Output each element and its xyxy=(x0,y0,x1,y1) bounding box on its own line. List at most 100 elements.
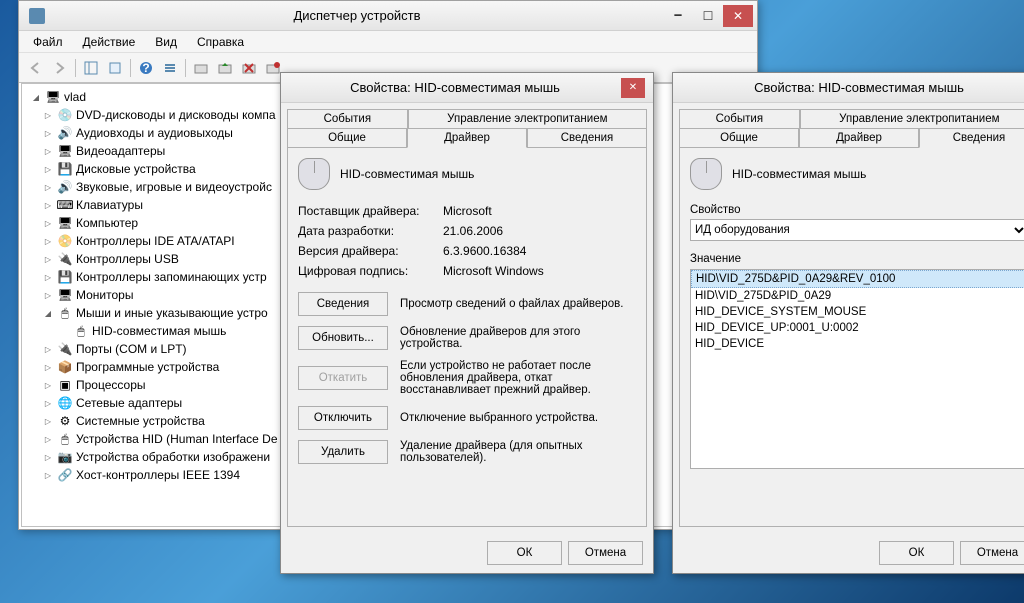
category-icon: 📦 xyxy=(57,359,73,375)
category-label: Клавиатуры xyxy=(76,198,143,212)
property-select[interactable]: ИД оборудования xyxy=(690,219,1024,241)
properties-icon[interactable] xyxy=(104,57,126,79)
tab-details[interactable]: Сведения xyxy=(919,128,1024,148)
category-icon: 🔊 xyxy=(57,125,73,141)
titlebar: Диспетчер устройств 🗕 ☐ ✕ xyxy=(19,1,757,31)
properties-dialog-driver: Свойства: HID-совместимая мышь ✕ События… xyxy=(280,72,654,574)
category-icon: 💾 xyxy=(57,161,73,177)
expand-icon[interactable]: ▷ xyxy=(42,199,54,211)
cancel-button[interactable]: Отмена xyxy=(568,541,643,565)
mouse-icon: 🖱 xyxy=(73,323,89,339)
expand-icon[interactable]: ▷ xyxy=(42,469,54,481)
expand-icon[interactable]: ▷ xyxy=(42,145,54,157)
device-label: HID-совместимая мышь xyxy=(92,324,226,338)
hardware-id-value[interactable]: HID_DEVICE xyxy=(691,336,1024,352)
value-label: Значение xyxy=(690,253,1024,265)
info-label: Поставщик драйвера: xyxy=(298,204,443,218)
menu-file[interactable]: Файл xyxy=(23,33,73,51)
ok-button[interactable]: ОК xyxy=(879,541,954,565)
maximize-button[interactable]: ☐ xyxy=(693,5,723,27)
expand-icon[interactable]: ▷ xyxy=(42,397,54,409)
expand-icon[interactable]: ▷ xyxy=(42,217,54,229)
action-button[interactable]: Отключить xyxy=(298,406,388,430)
dialog-close-button[interactable]: ✕ xyxy=(621,78,645,98)
expand-icon[interactable]: ◢ xyxy=(42,307,54,319)
dialog-titlebar: Свойства: HID-совместимая мышь ✕ xyxy=(281,73,653,103)
tab-events[interactable]: События xyxy=(679,109,800,128)
category-icon: 📀 xyxy=(57,233,73,249)
action-button[interactable]: Удалить xyxy=(298,440,388,464)
action-button[interactable]: Откатить xyxy=(298,366,388,390)
value-list[interactable]: HID\VID_275D&PID_0A29&REV_0100HID\VID_27… xyxy=(690,269,1024,469)
expand-icon[interactable]: ▷ xyxy=(42,343,54,355)
category-label: Порты (COM и LPT) xyxy=(76,342,187,356)
tab-general[interactable]: Общие xyxy=(287,128,407,147)
expand-icon[interactable]: ▷ xyxy=(42,235,54,247)
show-hide-icon[interactable] xyxy=(80,57,102,79)
expand-icon[interactable]: ▷ xyxy=(42,163,54,175)
expand-icon[interactable]: ▷ xyxy=(42,181,54,193)
computer-icon: 🖥 xyxy=(45,89,61,105)
expand-icon[interactable]: ▷ xyxy=(42,451,54,463)
category-label: Устройства HID (Human Interface De xyxy=(76,432,278,446)
app-icon xyxy=(29,8,45,24)
hardware-id-value[interactable]: HID_DEVICE_UP:0001_U:0002 xyxy=(691,320,1024,336)
info-value: Microsoft xyxy=(443,204,492,218)
forward-icon[interactable] xyxy=(49,57,71,79)
expand-icon[interactable]: ▷ xyxy=(42,415,54,427)
list-icon[interactable] xyxy=(159,57,181,79)
action-description: Обновление драйверов для этого устройств… xyxy=(400,326,636,350)
update-icon[interactable] xyxy=(214,57,236,79)
expand-icon[interactable]: ▷ xyxy=(42,361,54,373)
expand-icon[interactable]: ▷ xyxy=(42,379,54,391)
tab-details[interactable]: Сведения xyxy=(527,128,647,147)
window-title: Диспетчер устройств xyxy=(51,8,663,23)
category-icon: 🖱 xyxy=(57,305,73,321)
minimize-button[interactable]: 🗕 xyxy=(663,5,693,27)
collapse-icon[interactable]: ◢ xyxy=(30,91,42,103)
cancel-button[interactable]: Отмена xyxy=(960,541,1024,565)
tab-power[interactable]: Управление электропитанием xyxy=(408,109,647,128)
menu-help[interactable]: Справка xyxy=(187,33,254,51)
category-label: Контроллеры IDE ATA/ATAPI xyxy=(76,234,235,248)
properties-dialog-details: Свойства: HID-совместимая мышь События У… xyxy=(672,72,1024,574)
scan-icon[interactable] xyxy=(190,57,212,79)
tab-general[interactable]: Общие xyxy=(679,128,799,147)
category-icon: 🖥 xyxy=(57,215,73,231)
tab-power[interactable]: Управление электропитанием xyxy=(800,109,1024,128)
category-icon: 📷 xyxy=(57,449,73,465)
hardware-id-value[interactable]: HID_DEVICE_SYSTEM_MOUSE xyxy=(691,304,1024,320)
menu-action[interactable]: Действие xyxy=(73,33,146,51)
uninstall-icon[interactable] xyxy=(238,57,260,79)
hardware-id-value[interactable]: HID\VID_275D&PID_0A29 xyxy=(691,288,1024,304)
action-button[interactable]: Обновить... xyxy=(298,326,388,350)
expand-icon[interactable]: ▷ xyxy=(42,253,54,265)
hardware-id-value[interactable]: HID\VID_275D&PID_0A29&REV_0100 xyxy=(691,270,1024,288)
expand-icon[interactable]: ▷ xyxy=(42,271,54,283)
category-icon: ▣ xyxy=(57,377,73,393)
expand-icon[interactable]: ▷ xyxy=(42,433,54,445)
help-icon[interactable]: ? xyxy=(135,57,157,79)
close-button[interactable]: ✕ xyxy=(723,5,753,27)
tab-driver[interactable]: Драйвер xyxy=(799,128,919,147)
tree-root-label: vlad xyxy=(64,90,86,104)
tab-events[interactable]: События xyxy=(287,109,408,128)
category-icon: 🔌 xyxy=(57,251,73,267)
expand-icon[interactable]: ▷ xyxy=(42,109,54,121)
action-button[interactable]: Сведения xyxy=(298,292,388,316)
menu-view[interactable]: Вид xyxy=(145,33,187,51)
property-label: Свойство xyxy=(690,204,1024,216)
category-label: Устройства обработки изображени xyxy=(76,450,270,464)
expand-icon[interactable]: ▷ xyxy=(42,127,54,139)
menubar: Файл Действие Вид Справка xyxy=(19,31,757,53)
category-label: Сетевые адаптеры xyxy=(76,396,182,410)
category-label: Звуковые, игровые и видеоустройс xyxy=(76,180,272,194)
mouse-icon xyxy=(298,158,330,190)
category-icon: 🖱 xyxy=(57,431,73,447)
tab-driver[interactable]: Драйвер xyxy=(407,128,527,148)
expand-icon[interactable]: ▷ xyxy=(42,289,54,301)
back-icon[interactable] xyxy=(25,57,47,79)
category-icon: 🖥 xyxy=(57,287,73,303)
category-icon: ⌨ xyxy=(57,197,73,213)
ok-button[interactable]: ОК xyxy=(487,541,562,565)
